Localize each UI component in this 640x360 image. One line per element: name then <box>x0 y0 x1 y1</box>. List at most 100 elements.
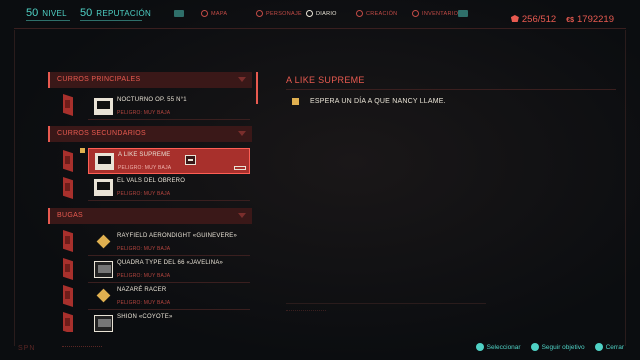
quest-entry[interactable]: NOCTURNO OP. 55 N°1 PELIGRO: MUY BAJA <box>88 94 250 120</box>
detail-divider <box>286 89 616 90</box>
quest-entry[interactable]: SHION «COYOTE» <box>88 311 250 332</box>
quest-danger: PELIGRO: MUY BAJA <box>117 110 171 116</box>
quest-name: A LIKE SUPREME <box>118 152 171 158</box>
quest-danger: PELIGRO: MUY BAJA <box>117 191 171 197</box>
weight-value: 256/512 <box>521 14 557 25</box>
quest-giver-icon <box>94 179 113 196</box>
scroll-indicator[interactable] <box>256 72 258 104</box>
quest-name: NOCTURNO OP. 55 N°1 <box>117 97 187 103</box>
level-value: 50 <box>26 7 39 19</box>
quest-danger: PELIGRO: MUY BAJA <box>117 246 171 252</box>
inventory-icon <box>412 10 419 17</box>
quest-giver-icon <box>94 98 113 115</box>
category-label: CURROS SECUNDARIOS <box>57 130 147 137</box>
quest-entry[interactable]: RAYFIELD AERONDIGHT «GUINEVERE» PELIGRO:… <box>88 230 250 256</box>
hint-close[interactable]: Cerrar <box>594 343 624 351</box>
reputation-bar <box>80 20 142 21</box>
level-stat: 50 NIVEL <box>26 7 67 19</box>
category-label: CURROS PRINCIPALES <box>57 76 141 83</box>
player-resources: 256/512 €$ 1792219 <box>510 9 614 27</box>
tab-inventory-label: INVENTARIO <box>422 10 459 17</box>
crafting-icon <box>356 10 363 17</box>
quest-list[interactable]: CURROS PRINCIPALES NOCTURNO OP. 55 N°1 P… <box>48 70 252 332</box>
quest-entry[interactable]: QUADRA TYPE DEL 66 «JAVELINA» PELIGRO: M… <box>88 257 250 283</box>
quest-card-icon <box>63 177 73 199</box>
top-bar: 50 NIVEL 50 REPUTACIÓN MAPA PERSONAJE DI… <box>0 0 640 28</box>
cross-button-icon <box>475 343 484 351</box>
hint-select[interactable]: Seleccionar <box>475 343 521 351</box>
quest-name: NAZARÉ RACER <box>117 287 167 293</box>
hint-label: Cerrar <box>605 343 624 351</box>
level-bar <box>26 20 70 21</box>
tab-character[interactable]: PERSONAJE <box>256 10 302 17</box>
bottom-decoration <box>62 346 102 351</box>
reputation-stat: 50 REPUTACIÓN <box>80 7 151 19</box>
hint-label: Seguir objetivo <box>541 343 585 351</box>
next-tab-key-icon <box>458 10 468 17</box>
quest-name: QUADRA TYPE DEL 66 «JAVELINA» <box>117 260 224 266</box>
money-stat: €$ 1792219 <box>566 9 614 27</box>
quest-card-icon <box>63 312 73 332</box>
chevron-down-icon <box>238 213 246 218</box>
tab-crafting-label: CREACIÓN <box>366 10 398 17</box>
quest-card-icon <box>63 230 73 252</box>
hint-label: Seleccionar <box>486 343 521 351</box>
reputation-label: REPUTACIÓN <box>96 9 152 18</box>
corp-icon <box>94 315 113 332</box>
quest-entry-selected[interactable]: A LIKE SUPREME PELIGRO: MUY BAJA <box>88 148 250 174</box>
chevron-down-icon <box>238 77 246 82</box>
tab-journal-label: DIARIO <box>316 10 337 17</box>
tracked-flag-icon <box>80 148 85 153</box>
tab-character-label: PERSONAJE <box>266 10 303 17</box>
quest-danger: PELIGRO: MUY BAJA <box>117 273 171 279</box>
journal-icon <box>306 10 313 17</box>
category-vehicles[interactable]: BUGAS <box>48 208 252 224</box>
corp-icon <box>94 261 113 278</box>
quest-card-icon <box>63 285 73 307</box>
hint-track[interactable]: Seguir objetivo <box>530 343 585 351</box>
frame-right-edge <box>625 30 626 346</box>
quest-name: SHION «COYOTE» <box>117 314 173 320</box>
logo-icon: SPN <box>18 345 36 352</box>
fixer-icon <box>94 288 113 305</box>
weight-stat: 256/512 <box>510 9 557 27</box>
detail-footer-deco <box>286 310 326 324</box>
chevron-down-icon <box>238 131 246 136</box>
character-icon <box>256 10 263 17</box>
weight-icon <box>510 15 519 22</box>
square-button-icon <box>530 343 539 351</box>
track-quest-icon[interactable] <box>185 155 196 165</box>
frame-left-edge <box>14 30 15 346</box>
prev-tab-key-icon <box>174 10 184 17</box>
money-value: 1792219 <box>577 14 614 25</box>
tag-icon <box>234 166 246 170</box>
detail-footer-divider <box>286 303 486 304</box>
quest-name: EL VALS DEL OBRERO <box>117 178 186 184</box>
money-icon: €$ <box>566 17 575 24</box>
header-divider <box>14 28 626 29</box>
category-label: BUGAS <box>57 212 84 219</box>
quest-entry[interactable]: EL VALS DEL OBRERO PELIGRO: MUY BAJA <box>88 175 250 201</box>
objective-icon <box>292 98 299 105</box>
category-main-jobs[interactable]: CURROS PRINCIPALES <box>48 72 252 88</box>
quest-card-icon <box>63 94 73 116</box>
quest-card-icon <box>63 150 73 172</box>
tab-crafting[interactable]: CREACIÓN <box>356 10 397 17</box>
category-side-jobs[interactable]: CURROS SECUNDARIOS <box>48 126 252 142</box>
quest-danger: PELIGRO: MUY BAJA <box>118 165 172 171</box>
quest-giver-icon <box>95 153 114 170</box>
quest-entry[interactable]: NAZARÉ RACER PELIGRO: MUY BAJA <box>88 284 250 310</box>
fixer-icon <box>94 234 113 251</box>
map-icon <box>201 10 208 17</box>
quest-card-icon <box>63 258 73 280</box>
circle-button-icon <box>594 343 603 351</box>
tab-map-label: MAPA <box>211 10 228 17</box>
tab-inventory[interactable]: INVENTARIO <box>412 10 458 17</box>
quest-objective: ESPERA UN DÍA A QUE NANCY LLAME. <box>310 98 446 105</box>
button-hints: Seleccionar Seguir objetivo Cerrar <box>475 343 624 351</box>
tab-journal[interactable]: DIARIO <box>306 10 337 17</box>
quest-danger: PELIGRO: MUY BAJA <box>117 300 171 306</box>
quest-name: RAYFIELD AERONDIGHT «GUINEVERE» <box>117 233 238 239</box>
tab-map[interactable]: MAPA <box>201 10 227 17</box>
quest-detail-title: A LIKE SUPREME <box>286 75 365 85</box>
